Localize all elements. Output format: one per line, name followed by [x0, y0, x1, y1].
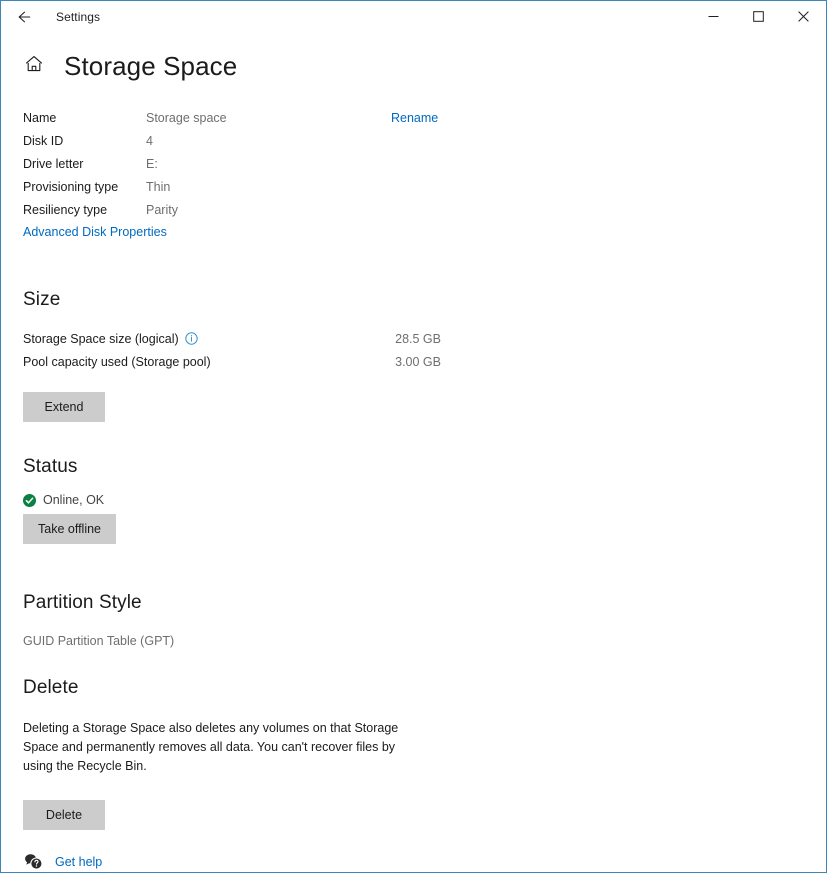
size-row-value: 28.5 GB — [395, 331, 441, 346]
take-offline-button[interactable]: Take offline — [23, 514, 117, 544]
size-row-value: 3.00 GB — [395, 354, 441, 369]
table-row: Resiliency type Parity — [23, 198, 443, 221]
home-button[interactable] — [23, 56, 45, 78]
minimize-icon — [708, 11, 719, 22]
property-value: Parity — [146, 202, 178, 217]
info-icon[interactable] — [184, 332, 198, 345]
close-icon — [798, 11, 809, 22]
page-header: Storage Space — [1, 51, 826, 82]
settings-window: Settings Storage Space Name Storage spac… — [0, 0, 827, 873]
status-text: Online, OK — [43, 493, 105, 507]
page-title: Storage Space — [64, 51, 238, 81]
home-icon — [24, 54, 44, 79]
size-row-logical: Storage Space size (logical) 28.5 GB — [23, 327, 441, 350]
disk-properties-table: Name Storage space Rename Disk ID 4 Driv… — [23, 106, 443, 221]
property-label: Provisioning type — [23, 179, 119, 194]
back-arrow-icon — [17, 10, 31, 24]
property-label: Disk ID — [23, 133, 64, 148]
delete-description: Deleting a Storage Space also deletes an… — [23, 721, 399, 773]
property-value: E: — [146, 156, 158, 171]
advanced-disk-properties-link[interactable]: Advanced Disk Properties — [23, 225, 167, 239]
table-row: Disk ID 4 — [23, 129, 443, 152]
property-action — [391, 175, 443, 198]
property-label: Name — [23, 110, 57, 125]
size-section-heading: Size — [23, 289, 61, 310]
get-help-label[interactable]: Get help — [55, 855, 102, 869]
check-circle-icon — [23, 493, 36, 507]
property-value: Storage space — [146, 110, 227, 125]
page-content: Name Storage space Rename Disk ID 4 Driv… — [1, 106, 826, 872]
help-bubble-icon — [23, 852, 43, 872]
property-label: Resiliency type — [23, 202, 108, 217]
property-action — [391, 198, 443, 221]
maximize-button[interactable] — [736, 1, 781, 32]
delete-section-heading: Delete — [23, 677, 79, 698]
close-button[interactable] — [781, 1, 826, 32]
property-action — [391, 152, 443, 175]
window-controls — [691, 1, 826, 32]
size-rows: Storage Space size (logical) 28.5 GB Poo… — [23, 327, 441, 373]
size-row-label: Storage Space size (logical) — [23, 332, 198, 346]
status-section-heading: Status — [23, 456, 78, 477]
size-label-text: Pool capacity used (Storage pool) — [23, 354, 211, 369]
property-value: 4 — [146, 133, 153, 148]
rename-link[interactable]: Rename — [391, 111, 438, 125]
property-value: Thin — [146, 179, 171, 194]
maximize-icon — [753, 11, 764, 22]
delete-button[interactable]: Delete — [23, 800, 105, 830]
size-row-label: Pool capacity used (Storage pool) — [23, 355, 211, 369]
get-help-link[interactable]: Get help — [23, 852, 102, 872]
partition-section-heading: Partition Style — [23, 592, 142, 613]
property-label: Drive letter — [23, 156, 84, 171]
app-title: Settings — [56, 10, 101, 24]
status-badge: Online, OK — [23, 493, 806, 507]
table-row: Provisioning type Thin — [23, 175, 443, 198]
back-button[interactable] — [1, 2, 47, 33]
titlebar: Settings — [1, 1, 826, 33]
minimize-button[interactable] — [691, 1, 736, 32]
size-label-text: Storage Space size (logical) — [23, 331, 179, 346]
property-action: Rename — [391, 106, 443, 129]
table-row: Name Storage space Rename — [23, 106, 443, 129]
partition-style-value: GUID Partition Table (GPT) — [23, 634, 175, 648]
extend-button[interactable]: Extend — [23, 392, 105, 422]
size-row-pool: Pool capacity used (Storage pool) 3.00 G… — [23, 350, 441, 373]
table-row: Drive letter E: — [23, 152, 443, 175]
property-action — [391, 129, 443, 152]
